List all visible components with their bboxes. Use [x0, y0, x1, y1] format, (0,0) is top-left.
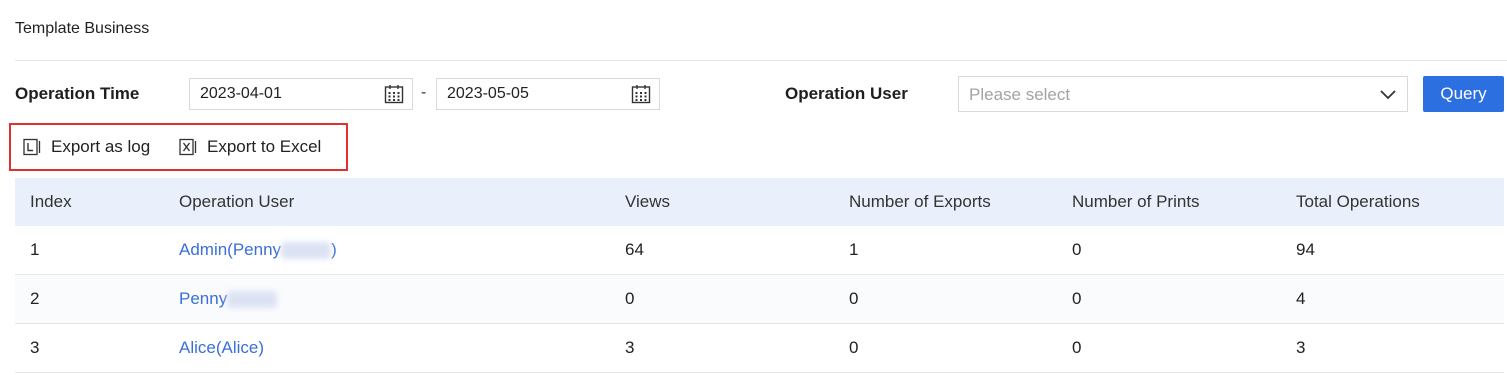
user-name: Penny [179, 289, 228, 308]
page-title: Template Business [15, 20, 150, 37]
export-to-excel-button[interactable]: Export to Excel [179, 137, 321, 157]
chevron-down-icon [1380, 90, 1396, 100]
user-name-suffix: ) [331, 240, 337, 259]
column-header-total: Total Operations [1296, 192, 1420, 211]
table-row: 1 Admin(Penny) 64 1 0 94 [15, 226, 1504, 275]
redacted-name [281, 242, 332, 260]
redacted-name [227, 291, 278, 309]
query-button[interactable]: Query [1423, 76, 1504, 112]
table-header: Index Operation User Views Number of Exp… [15, 178, 1504, 226]
column-header-index: Index [30, 192, 72, 211]
operation-user-link[interactable]: Admin(Penny) [179, 226, 337, 274]
export-as-log-label: Export as log [51, 137, 151, 156]
row-index: 3 [30, 338, 40, 357]
export-to-excel-label: Export to Excel [207, 137, 322, 156]
column-header-prints: Number of Prints [1072, 192, 1200, 211]
row-exports: 0 [849, 289, 859, 308]
operation-user-placeholder: Please select [969, 85, 1071, 104]
row-prints: 0 [1072, 240, 1082, 259]
date-to-input[interactable]: 2023-05-05 [436, 78, 660, 110]
operation-time-label: Operation Time [15, 84, 140, 103]
row-total: 94 [1296, 240, 1315, 259]
export-log-icon [23, 138, 41, 156]
user-name: Admin(Penny [179, 240, 282, 259]
operation-user-link[interactable]: Penny [179, 275, 278, 323]
row-index: 2 [30, 289, 40, 308]
table-row: 2 Penny 0 0 0 4 [15, 275, 1504, 324]
export-as-log-button[interactable]: Export as log [23, 137, 150, 157]
row-prints: 0 [1072, 338, 1082, 357]
export-excel-icon [179, 138, 197, 156]
operation-user-select[interactable]: Please select [958, 76, 1408, 112]
row-total: 3 [1296, 338, 1306, 357]
row-views: 3 [625, 338, 635, 357]
template-business-page: Template Business Operation Time 2023-04… [0, 0, 1507, 375]
row-views: 64 [625, 240, 644, 259]
date-from-value: 2023-04-01 [200, 85, 282, 102]
row-index: 1 [30, 240, 40, 259]
export-actions-highlight: Export as log Export to Excel [9, 123, 348, 171]
user-name: Alice(Alice) [179, 338, 265, 357]
operation-user-label: Operation User [785, 84, 908, 103]
row-exports: 0 [849, 338, 859, 357]
calendar-icon[interactable] [384, 84, 404, 104]
row-prints: 0 [1072, 289, 1082, 308]
date-to-value: 2023-05-05 [447, 85, 529, 102]
row-exports: 1 [849, 240, 859, 259]
operations-table: Index Operation User Views Number of Exp… [15, 178, 1504, 373]
calendar-icon[interactable] [631, 84, 651, 104]
table-row: 3 Alice(Alice) 3 0 0 3 [15, 324, 1504, 373]
column-header-exports: Number of Exports [849, 192, 991, 211]
operation-user-link[interactable]: Alice(Alice) [179, 324, 264, 372]
title-divider [15, 60, 1507, 61]
column-header-operation-user: Operation User [179, 192, 295, 211]
date-from-input[interactable]: 2023-04-01 [189, 78, 413, 110]
date-separator: - [421, 84, 427, 101]
row-views: 0 [625, 289, 635, 308]
column-header-views: Views [625, 192, 671, 211]
row-total: 4 [1296, 289, 1306, 308]
